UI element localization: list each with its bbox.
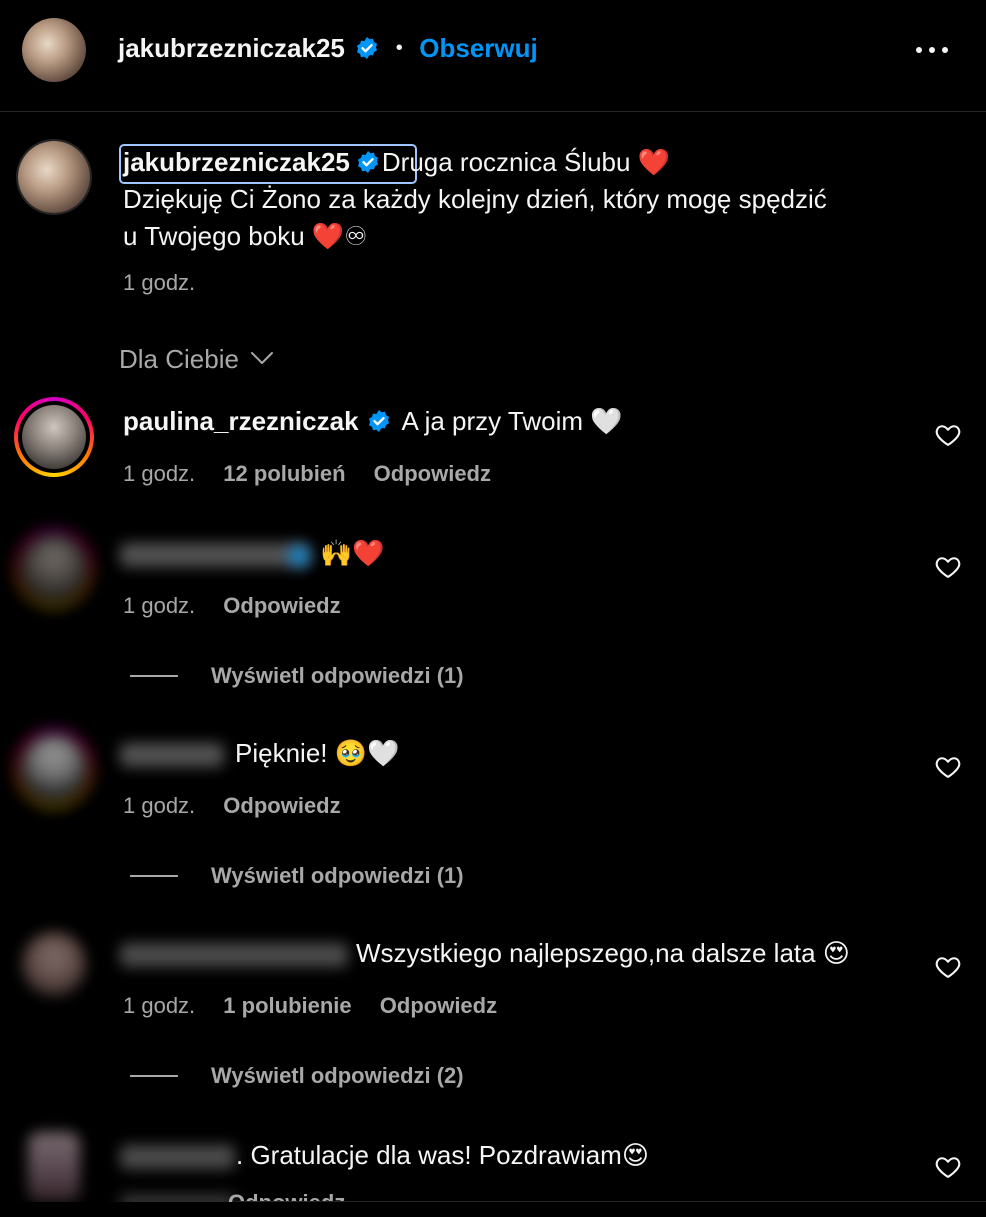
post-time: 1 godz. [123,270,196,295]
comment-time: 1 godz. [123,793,196,818]
blurred-badge [288,545,310,567]
more-options-icon[interactable] [912,40,952,60]
reply-button[interactable]: Odpowiedz [223,593,340,618]
post-username[interactable]: jakubrzezniczak25 [123,147,350,177]
header-divider [0,111,986,112]
caption-line-3: u Twojego boku ❤️♾ [123,221,368,251]
follow-button[interactable]: Obserwuj [419,33,537,63]
comment-text: . Gratulacje dla was! Pozdrawiam😍 [236,1140,649,1170]
replies-line [130,675,178,677]
comment-avatar[interactable] [14,528,94,608]
comment-meta: 1 godz. 12 polubień Odpowiedz [123,461,491,487]
reply-button[interactable]: Odpowiedz [374,461,491,486]
comment-time: 1 godz. [123,993,196,1018]
blurred-username [120,543,310,567]
verified-badge-icon [357,151,378,173]
caption-line-1: Druga rocznica Ślubu ❤️ [381,147,671,177]
like-heart-icon[interactable] [934,953,962,981]
view-replies-button[interactable]: Wyświetl odpowiedzi (1) [211,663,464,689]
like-heart-icon[interactable] [934,421,962,449]
sort-dropdown[interactable]: Dla Ciebie [119,344,275,375]
header-username[interactable]: jakubrzezniczak25 [118,33,345,63]
comment-time: 1 godz. [123,461,196,486]
like-heart-icon[interactable] [934,753,962,781]
post-author-avatar[interactable] [18,141,90,213]
like-heart-icon[interactable] [934,553,962,581]
view-replies-button[interactable]: Wyświetl odpowiedzi (2) [211,1063,464,1089]
bottom-divider [236,1201,986,1202]
caption-line-2: Dziękuję Ci Żono za każdy kolejny dzień,… [123,184,827,214]
comment-avatar[interactable] [14,728,94,808]
comment-time: 1 godz. [123,593,196,618]
comment-avatar[interactable] [22,932,86,996]
comment-avatar[interactable] [28,1132,80,1202]
post-caption: jakubrzezniczak25 Druga rocznica Ślubu ❤… [123,144,943,255]
replies-line [130,875,178,877]
blurred-username [120,943,348,967]
comment-text: 🙌❤️ [320,538,385,568]
comment-avatar[interactable] [14,397,94,477]
comment-username[interactable]: paulina_rzezniczak [123,406,359,436]
verified-badge-icon [369,410,389,432]
comment-likes[interactable]: 1 polubienie [223,993,351,1018]
comment-meta: 1 godz. Odpowiedz [123,793,341,819]
sort-label: Dla Ciebie [119,344,239,374]
view-replies-button[interactable]: Wyświetl odpowiedzi (1) [211,863,464,889]
blurred-username [120,743,224,767]
replies-line [130,1075,178,1077]
header-avatar[interactable] [22,18,86,82]
verified-badge-icon [357,37,378,59]
header-dot-separator: • [395,37,403,59]
comment-meta: 1 godz. Odpowiedz [123,593,341,619]
comment-likes[interactable]: 12 polubień [223,461,345,486]
comment-text: A ja przy Twoim 🤍 [401,406,623,436]
header-username-row: jakubrzezniczak25 • Obserwuj [118,33,538,64]
comment-text: Wszystkiego najlepszego,na dalsze lata 😍 [356,938,850,968]
like-heart-icon[interactable] [934,1153,962,1181]
comment-body: paulina_rzezniczak A ja przy Twoim 🤍 [123,406,623,437]
comment-text: Pięknie! 🥹🤍 [235,738,400,768]
bottom-fade [0,1202,986,1217]
comment-meta: 1 godz. 1 polubienie Odpowiedz [123,993,497,1019]
blurred-username [120,1145,235,1169]
reply-button[interactable]: Odpowiedz [380,993,497,1018]
reply-button[interactable]: Odpowiedz [223,793,340,818]
chevron-down-icon [251,352,274,364]
